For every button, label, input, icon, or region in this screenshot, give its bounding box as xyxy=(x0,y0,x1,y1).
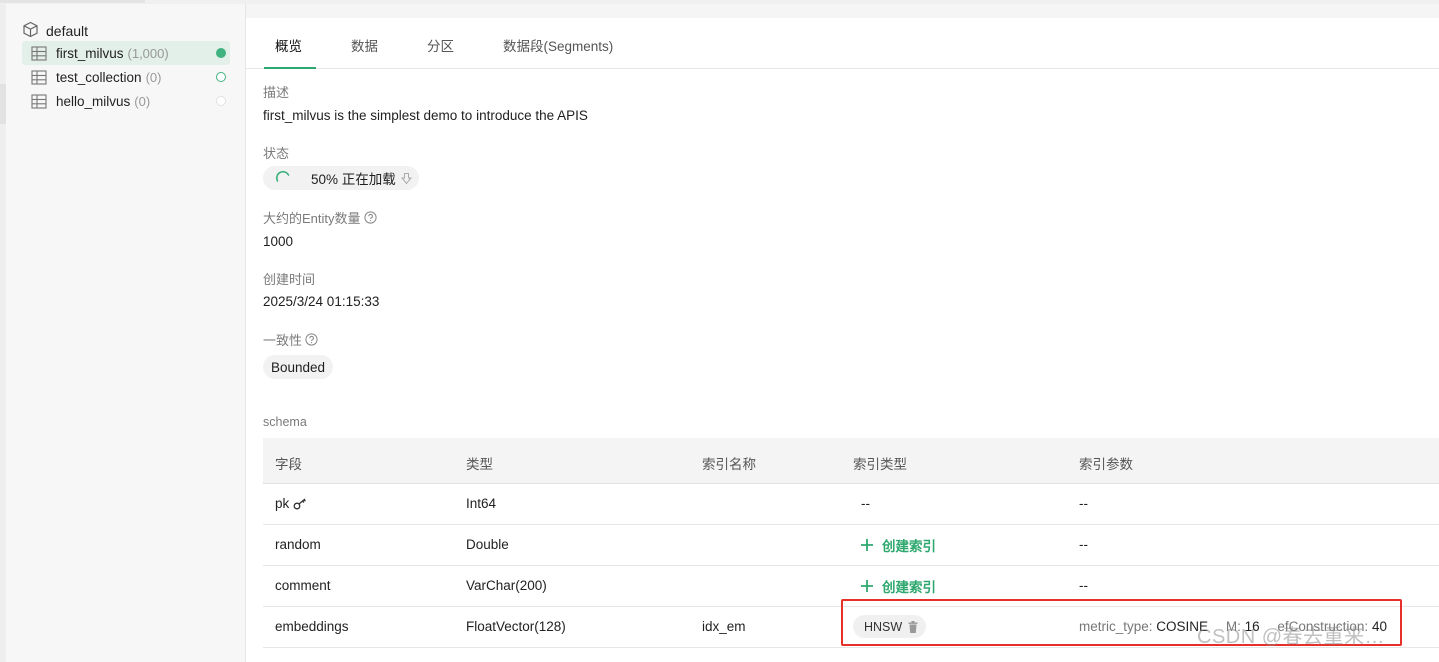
collection-count: (0) xyxy=(134,93,151,109)
index-params-cell: -- xyxy=(1079,496,1088,511)
schema-label: schema xyxy=(263,415,307,429)
trash-icon[interactable] xyxy=(908,620,918,633)
consistency-chip: Bounded xyxy=(263,355,334,379)
collection-item-hello-milvus[interactable]: hello_milvus (0) xyxy=(22,89,230,113)
loading-spinner-icon xyxy=(275,170,290,182)
load-status-text: 50% 正在加载 xyxy=(311,172,396,187)
detail-tabs: 概览 数据 分区 数据段(Segments) xyxy=(246,18,1439,69)
plus-icon xyxy=(860,579,874,593)
field-cell: comment xyxy=(275,578,331,593)
collection-count: (0) xyxy=(145,69,162,85)
field-cell: embeddings xyxy=(275,619,349,634)
tab-data[interactable]: 数据 xyxy=(351,35,378,55)
header-index-params: 索引参数 xyxy=(1079,457,1133,472)
database-name: default xyxy=(46,23,89,39)
create-index-button[interactable]: 创建索引 xyxy=(860,535,936,555)
type-cell: Double xyxy=(466,537,509,552)
plus-icon xyxy=(860,538,874,552)
index-name-cell: idx_em xyxy=(702,619,746,634)
watermark: CSDN @春去重来… xyxy=(1197,626,1386,648)
collection-name: first_milvus xyxy=(56,45,124,61)
release-arrow-icon[interactable] xyxy=(400,172,413,185)
collection-name: hello_milvus xyxy=(56,93,131,109)
type-cell: Int64 xyxy=(466,496,497,511)
help-circle-icon[interactable] xyxy=(305,333,318,346)
app-root: default first_milvus (1,000) test_collec… xyxy=(0,0,1439,662)
collection-item-first-milvus[interactable]: first_milvus (1,000) xyxy=(22,41,230,65)
entity-count-label: 大约的Entity数量 xyxy=(263,208,377,227)
index-params-cell: -- xyxy=(1079,537,1088,552)
field-cell: random xyxy=(275,537,321,552)
collection-name: test_collection xyxy=(56,69,142,85)
header-index-type: 索引类型 xyxy=(853,457,907,472)
index-type-cell: -- xyxy=(861,496,870,511)
created-time-value: 2025/3/24 01:15:33 xyxy=(263,294,380,309)
active-tab-indicator xyxy=(264,67,316,69)
table-row: random Double 创建索引 -- xyxy=(263,525,1439,566)
header-index-name: 索引名称 xyxy=(702,457,756,472)
collection-sidebar: default first_milvus (1,000) test_collec… xyxy=(6,4,246,662)
created-time-label: 创建时间 xyxy=(263,272,316,287)
table-row: pk Int64 -- -- xyxy=(263,484,1439,525)
top-tab-strip xyxy=(0,0,145,3)
type-cell: FloatVector(128) xyxy=(466,619,566,634)
index-params-cell: -- xyxy=(1079,578,1088,593)
create-index-button[interactable]: 创建索引 xyxy=(860,576,936,596)
load-status-chip: 50% 正在加载 xyxy=(263,166,419,190)
field-cell: pk xyxy=(275,496,307,511)
loaded-status-dot xyxy=(216,48,226,58)
table-icon xyxy=(31,93,47,109)
database-cube-icon xyxy=(22,21,39,41)
table-icon xyxy=(31,45,47,61)
collection-item-test-collection[interactable]: test_collection (0) xyxy=(22,65,230,89)
collection-count: (1,000) xyxy=(127,45,169,61)
empty-status-dot xyxy=(216,96,226,106)
header-field: 字段 xyxy=(275,457,302,472)
type-cell: VarChar(200) xyxy=(466,578,547,593)
primary-key-icon xyxy=(293,498,307,510)
database-item-default[interactable]: default xyxy=(22,21,88,41)
collection-detail-panel: 概览 数据 分区 数据段(Segments) 描述 first_milvus i… xyxy=(246,18,1439,662)
param-key: metric_type: xyxy=(1079,619,1153,634)
status-label: 状态 xyxy=(263,146,290,161)
index-type-chip: HNSW xyxy=(853,615,927,638)
description-label: 描述 xyxy=(263,85,290,100)
tab-segments[interactable]: 数据段(Segments) xyxy=(503,35,613,55)
tab-partitions[interactable]: 分区 xyxy=(427,35,454,55)
description-value: first_milvus is the simplest demo to int… xyxy=(263,108,588,123)
schema-table-header: 字段 类型 索引名称 索引类型 索引参数 xyxy=(263,438,1439,484)
consistency-label: 一致性 xyxy=(263,330,318,349)
table-row: comment VarChar(200) 创建索引 -- xyxy=(263,566,1439,607)
table-icon xyxy=(31,69,47,85)
unloaded-status-dot xyxy=(216,72,226,82)
entity-count-value: 1000 xyxy=(263,234,294,249)
header-type: 类型 xyxy=(466,457,493,472)
tab-overview[interactable]: 概览 xyxy=(275,35,302,55)
help-circle-icon[interactable] xyxy=(363,211,377,224)
